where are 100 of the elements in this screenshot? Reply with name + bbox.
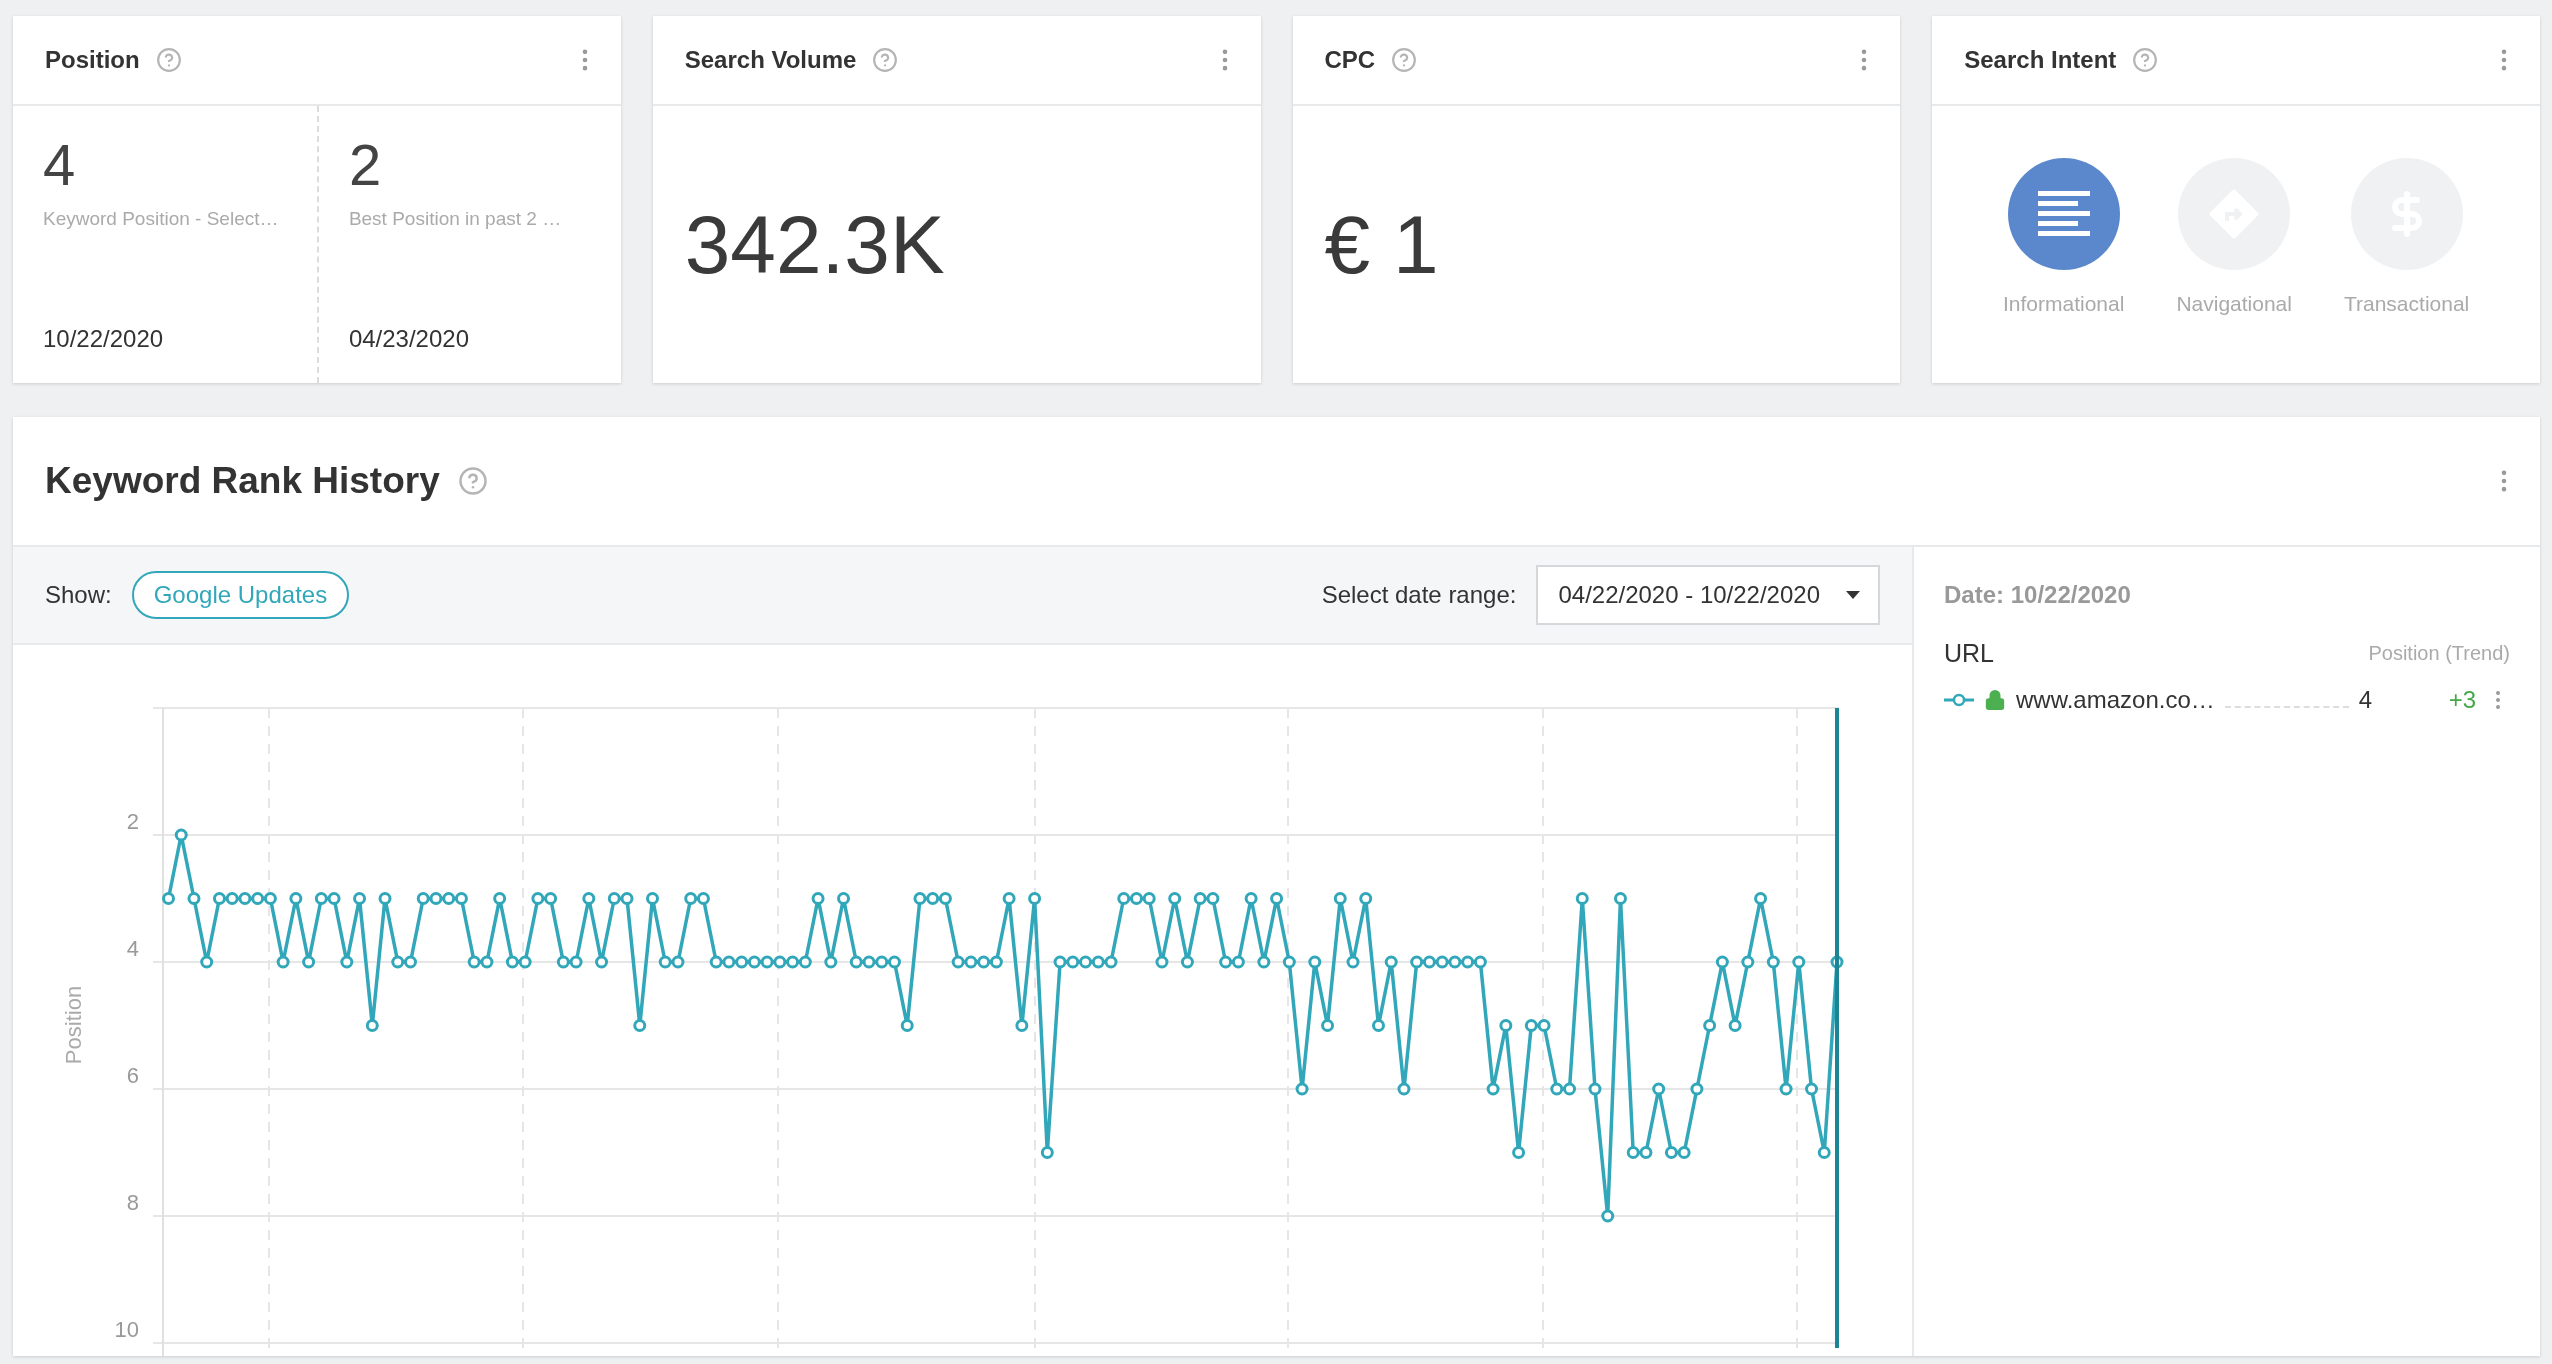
data-point bbox=[187, 892, 201, 905]
data-point bbox=[1830, 955, 1844, 969]
data-point bbox=[1805, 1082, 1819, 1096]
metric-label: Keyword Position - Select… bbox=[43, 208, 280, 230]
card-title: Position bbox=[45, 46, 140, 74]
data-point bbox=[582, 892, 596, 905]
data-point bbox=[314, 892, 328, 905]
data-point bbox=[1728, 1019, 1742, 1032]
data-point bbox=[327, 892, 341, 905]
data-point bbox=[518, 955, 532, 969]
metric-value: 4 bbox=[43, 136, 77, 194]
data-point bbox=[391, 955, 405, 969]
data-point bbox=[1219, 955, 1233, 969]
data-point bbox=[1639, 1146, 1653, 1159]
metric-date: 04/23/2020 bbox=[348, 325, 470, 353]
data-point bbox=[696, 892, 710, 905]
data-point bbox=[1079, 955, 1093, 969]
data-point bbox=[404, 955, 417, 969]
data-point bbox=[900, 1019, 914, 1032]
data-point bbox=[1244, 892, 1258, 905]
data-point bbox=[1766, 955, 1780, 969]
data-point bbox=[276, 955, 290, 969]
data-point bbox=[926, 892, 940, 905]
data-point bbox=[1168, 892, 1182, 905]
intent-label: Informational bbox=[2003, 292, 2125, 316]
axis-tick-label: 6 bbox=[126, 1063, 139, 1088]
column-header: URL bbox=[1944, 639, 1994, 668]
axis-title: Position bbox=[61, 985, 86, 1065]
data-point bbox=[709, 955, 723, 969]
data-point bbox=[378, 892, 392, 905]
data-point bbox=[569, 955, 583, 969]
data-point bbox=[1754, 892, 1768, 905]
data-point bbox=[964, 955, 978, 969]
data-point bbox=[340, 955, 354, 969]
data-point bbox=[1155, 955, 1169, 969]
data-point bbox=[1040, 1146, 1054, 1159]
show-label: Show: bbox=[45, 581, 112, 609]
data-point bbox=[798, 955, 812, 969]
data-point bbox=[505, 955, 519, 969]
data-point bbox=[1792, 955, 1806, 969]
data-point bbox=[633, 1019, 647, 1032]
axis-tick-label: 2 bbox=[126, 809, 139, 834]
help-icon[interactable] bbox=[872, 47, 899, 73]
data-point bbox=[1817, 1146, 1831, 1159]
data-point bbox=[302, 955, 316, 969]
data-point bbox=[824, 955, 838, 969]
data-point bbox=[1512, 1146, 1526, 1159]
data-point bbox=[1295, 1082, 1309, 1096]
series-marker-icon bbox=[1944, 693, 1974, 707]
data-point bbox=[289, 892, 303, 905]
data-point bbox=[365, 1019, 379, 1032]
help-icon[interactable] bbox=[457, 466, 488, 496]
data-point bbox=[913, 892, 927, 905]
data-point bbox=[1066, 955, 1080, 969]
data-point bbox=[671, 955, 685, 969]
data-point bbox=[1715, 955, 1729, 969]
card-title: Search Intent bbox=[1964, 46, 2117, 74]
data-point bbox=[1142, 892, 1156, 905]
column-header: Position (Trend) bbox=[2368, 642, 2510, 665]
date-range-dropdown[interactable]: 04/22/2020 - 10/22/2020 bbox=[1536, 565, 1880, 625]
data-point bbox=[263, 892, 277, 905]
data-point bbox=[1448, 955, 1462, 969]
data-point bbox=[1130, 892, 1143, 905]
data-point bbox=[1028, 892, 1042, 905]
data-point bbox=[888, 955, 901, 969]
data-point bbox=[1193, 892, 1207, 905]
help-icon[interactable] bbox=[2132, 47, 2159, 73]
data-point bbox=[862, 955, 876, 969]
data-point bbox=[1741, 955, 1755, 969]
data-point bbox=[1282, 955, 1296, 969]
data-point bbox=[1422, 955, 1436, 969]
lock-icon bbox=[1984, 689, 2006, 711]
data-point bbox=[977, 955, 991, 969]
text-lines-icon bbox=[2037, 191, 2090, 237]
data-point bbox=[442, 892, 456, 905]
data-point bbox=[416, 892, 430, 905]
axis-tick-label: 4 bbox=[126, 936, 139, 961]
url-link[interactable]: www.amazon.co… bbox=[2016, 686, 2215, 714]
data-point bbox=[429, 892, 443, 905]
metric-value: 2 bbox=[348, 136, 383, 194]
data-point bbox=[684, 892, 698, 905]
help-icon[interactable] bbox=[1391, 47, 1418, 73]
position-value: 4 bbox=[2358, 686, 2373, 714]
data-point bbox=[1435, 955, 1449, 969]
data-point bbox=[1652, 1082, 1666, 1096]
data-point bbox=[212, 892, 226, 905]
data-point bbox=[1703, 1019, 1717, 1032]
help-icon[interactable] bbox=[155, 47, 182, 73]
data-point bbox=[353, 892, 367, 905]
intent-label: Navigational bbox=[2176, 292, 2292, 316]
data-point bbox=[200, 955, 214, 969]
data-point bbox=[722, 955, 736, 969]
data-point bbox=[595, 955, 609, 969]
data-point bbox=[773, 955, 787, 969]
data-point bbox=[1397, 1082, 1411, 1096]
panel-title: Keyword Rank History bbox=[45, 460, 440, 502]
metric-value: € 1 bbox=[1324, 197, 1439, 292]
data-point bbox=[1626, 1146, 1640, 1159]
data-point bbox=[747, 955, 761, 969]
data-point bbox=[1359, 892, 1373, 905]
